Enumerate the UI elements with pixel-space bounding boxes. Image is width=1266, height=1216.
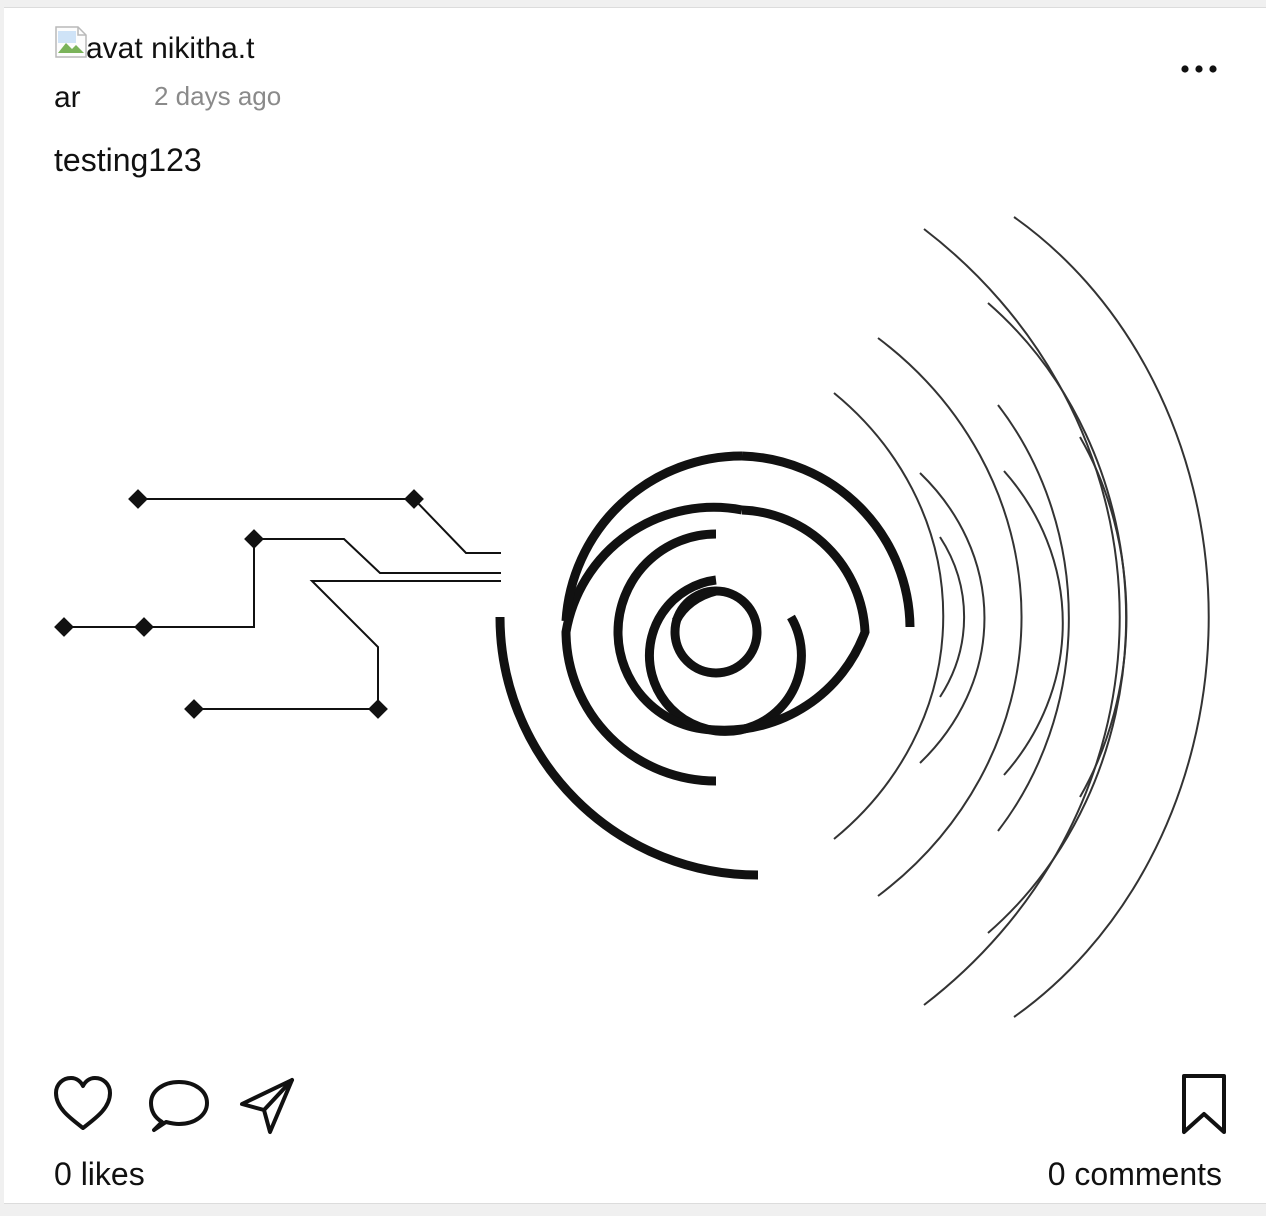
comments-count[interactable]: 0 comments	[1048, 1154, 1222, 1194]
outer-arcs	[833, 216, 1210, 1018]
paper-plane-icon	[240, 1078, 294, 1134]
post-image[interactable]	[4, 208, 1266, 1038]
more-horizontal-icon	[1181, 65, 1217, 73]
share-button[interactable]	[236, 1074, 302, 1136]
author-line: avat nikitha.t	[86, 31, 254, 67]
post-card: avat nikitha.t ar 2 days ago testing123	[4, 7, 1266, 1204]
post-caption: testing123	[54, 142, 202, 178]
author-username[interactable]: nikitha.t	[151, 32, 254, 65]
post-timestamp: 2 days ago	[154, 81, 282, 111]
save-button[interactable]	[1176, 1072, 1232, 1138]
bookmark-outline-icon	[1182, 1074, 1226, 1134]
avatar-alt-text-end: ar	[54, 81, 81, 114]
like-button[interactable]	[50, 1074, 116, 1134]
likes-count[interactable]: 0 likes	[54, 1154, 145, 1194]
speech-bubble-icon	[149, 1080, 209, 1132]
spiral	[495, 451, 915, 880]
circuit-nodes	[54, 489, 424, 719]
broken-image-icon	[55, 26, 87, 58]
circuit-lines	[64, 498, 501, 710]
heart-outline-icon	[54, 1076, 112, 1130]
avatar[interactable]	[54, 25, 88, 59]
avatar-alt-text: avat	[86, 32, 143, 65]
comment-button[interactable]	[146, 1076, 212, 1136]
more-options-button[interactable]	[1174, 52, 1224, 86]
